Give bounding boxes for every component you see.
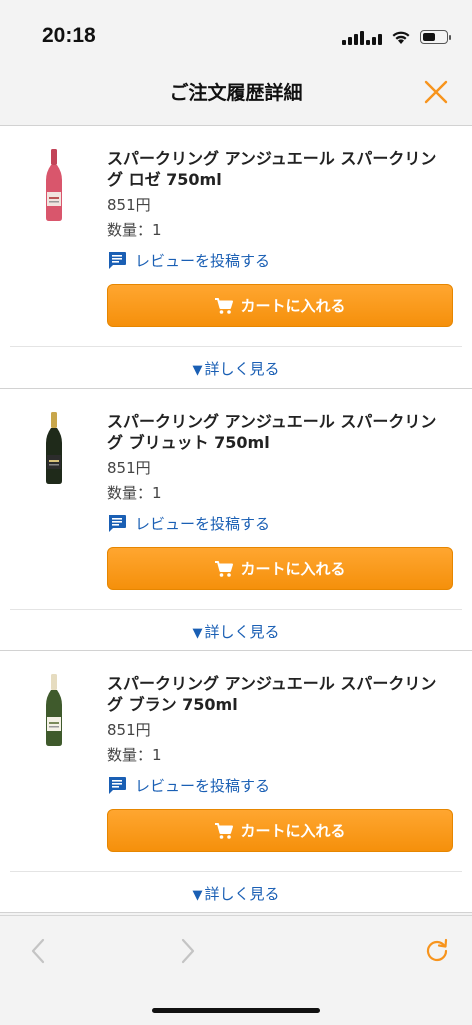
product-name[interactable]: スパークリング アンジュエール スパークリング ブラン 750ml [107,673,452,715]
product-name[interactable]: スパークリング アンジュエール スパークリング ロゼ 750ml [107,148,452,190]
close-icon [424,80,448,104]
order-item: スパークリング アンジュエール スパークリング ブリュット 750ml 851円… [0,388,472,651]
view-details-label: 詳しく見る [204,885,280,903]
write-review-label: レビューを投稿する [135,777,271,795]
triangle-down-icon: ▼ [192,363,203,378]
write-review-link[interactable]: レビューを投稿する [107,250,270,271]
add-to-cart-label: カートに入れる [240,822,346,840]
wifi-icon [392,31,410,44]
product-name[interactable]: スパークリング アンジュエール スパークリング ブリュット 750ml [107,411,452,453]
view-details-label: 詳しく見る [204,623,280,641]
add-to-cart-label: カートに入れる [240,560,346,578]
divider [10,871,462,872]
comment-icon [109,252,126,269]
product-quantity: 数量：1 [107,221,162,239]
add-to-cart-button[interactable]: カートに入れる [107,809,453,852]
product-image-rose[interactable] [38,148,70,222]
reload-icon [426,938,448,962]
product-price: 851円 [107,721,151,739]
page-title: ご注文履歴詳細 [169,82,303,104]
add-to-cart-button[interactable]: カートに入れる [107,284,453,327]
add-to-cart-label: カートに入れる [240,297,346,315]
order-item: スパークリング アンジュエール スパークリング ロゼ 750ml 851円 数量… [0,125,472,389]
divider [10,609,462,610]
signal-icon [342,29,382,45]
triangle-down-icon: ▼ [192,888,203,903]
back-button[interactable] [24,936,54,966]
product-image-brut[interactable] [38,411,70,485]
product-image-blanc[interactable] [38,673,70,747]
order-item: スパークリング アンジュエール スパークリング ブラン 750ml 851円 数… [0,650,472,913]
view-details-label: 詳しく見る [204,360,280,378]
close-button[interactable] [420,76,452,108]
triangle-down-icon: ▼ [192,626,203,641]
add-to-cart-button[interactable]: カートに入れる [107,547,453,590]
order-items-list[interactable]: スパークリング アンジュエール スパークリング ロゼ 750ml 851円 数量… [0,123,472,915]
status-bar: 20:18 [0,0,472,70]
write-review-link[interactable]: レビューを投稿する [107,775,270,796]
write-review-label: レビューを投稿する [135,252,271,270]
cart-icon [215,297,234,314]
comment-icon [109,777,126,794]
chevron-left-icon [31,938,45,964]
product-price: 851円 [107,459,151,477]
view-details-link[interactable]: ▼ 詳しく見る [0,621,472,642]
write-review-link[interactable]: レビューを投稿する [107,513,270,534]
write-review-label: レビューを投稿する [135,515,271,533]
chevron-right-icon [181,938,195,964]
status-time: 20:18 [42,24,96,47]
product-price: 851円 [107,196,151,214]
view-details-link[interactable]: ▼ 詳しく見る [0,883,472,904]
comment-icon [109,515,126,532]
divider [10,346,462,347]
product-quantity: 数量：1 [107,484,162,502]
nav-bar: ご注文履歴詳細 [0,70,472,120]
view-details-link[interactable]: ▼ 詳しく見る [0,358,472,379]
cart-icon [215,560,234,577]
cart-icon [215,822,234,839]
forward-button[interactable] [172,936,202,966]
product-quantity: 数量：1 [107,746,162,764]
status-icons [342,26,451,48]
battery-icon [420,30,451,44]
home-indicator [152,1008,320,1013]
reload-button[interactable] [422,936,452,966]
